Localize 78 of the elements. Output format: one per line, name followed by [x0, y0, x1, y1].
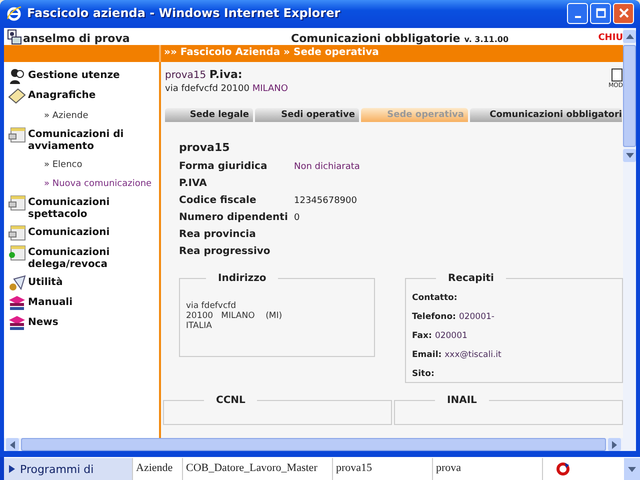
submenu-link[interactable]: » Elenco [44, 160, 82, 170]
close-icon [618, 8, 628, 18]
panel-title: CCNL [215, 395, 246, 406]
panel-title: Recapiti [447, 273, 495, 284]
field-label: Forma giuridica [179, 161, 268, 172]
menu-item[interactable]: Comunicazioni [28, 225, 110, 239]
field-label: Contatto: [412, 292, 458, 302]
field-label: Codice fiscale [179, 195, 258, 206]
field-label: Numero dipendenti [179, 212, 289, 223]
minimize-icon [574, 16, 580, 18]
users-icon [8, 68, 26, 84]
version-label: v. 3.11.00 [464, 35, 510, 45]
menu-item[interactable]: Anagrafiche [28, 88, 96, 102]
maximize-icon [596, 8, 606, 18]
left-arrow-icon[interactable] [10, 440, 15, 448]
company-street: via fdefvcfd 20100 [165, 84, 250, 94]
scrollbar[interactable] [624, 458, 640, 480]
field-value: 020001 [434, 330, 468, 340]
window-title: Fascicolo azienda - Windows Internet Explorer [27, 6, 342, 20]
field-value: 0 [294, 212, 300, 222]
down-arrow-icon[interactable] [626, 153, 634, 158]
close-button[interactable] [613, 2, 634, 24]
field-label: Email: [412, 350, 442, 360]
books-icon [8, 315, 26, 331]
down-arrow-icon[interactable] [628, 466, 636, 472]
company-name: prova15 [165, 70, 206, 81]
table-cell: COB_Datore_Lavoro_Master [182, 458, 332, 480]
menu-item[interactable]: Comunicazioni spettacolo [28, 195, 159, 221]
field-value: 12345678900 [294, 196, 357, 206]
table-cell: prova [432, 458, 542, 480]
maximize-button[interactable] [590, 2, 611, 24]
field-label: Telefono: [412, 312, 456, 322]
tab[interactable]: Sedi operative [255, 108, 359, 122]
form-icon [8, 225, 26, 241]
books-icon [8, 295, 26, 311]
minimize-button[interactable] [567, 2, 588, 24]
table-cell: prova15 [332, 458, 432, 480]
document-icon[interactable] [611, 68, 623, 82]
field-label: P.IVA [179, 178, 208, 189]
arrow-icon [8, 464, 16, 474]
menu-item[interactable]: Manuali [28, 295, 73, 309]
field-value: xxx@tiscali.it [444, 350, 502, 360]
form-icon [8, 195, 26, 211]
vat-label: P.iva: [209, 68, 242, 81]
address-line: via fdefvcfd [186, 301, 238, 311]
field-label: Fax: [412, 330, 432, 340]
company-city: MILANO [252, 84, 288, 94]
panel-title: Indirizzo [217, 273, 268, 284]
field-value: Non dichiarata [294, 162, 360, 172]
menu-item[interactable]: Comunicazioni di avviamento [28, 127, 159, 153]
right-arrow-icon[interactable] [612, 440, 617, 448]
details-title: prova15 [179, 141, 231, 154]
field-label: Rea progressivo [179, 246, 272, 257]
form-icon [8, 245, 26, 261]
tab[interactable]: Comunicazioni obbligatori [470, 108, 622, 122]
panel-title: INAIL [446, 395, 478, 406]
submenu-link[interactable]: » Nuova comunicazione [44, 179, 152, 189]
field-label: Rea provincia [179, 229, 257, 240]
address-line: 20100 MILANO (MI) [186, 311, 284, 321]
menu-item[interactable]: Gestione utenze [28, 68, 120, 82]
menu-item[interactable]: Utilità [28, 275, 63, 289]
field-value: 020001- [458, 312, 494, 322]
menu-item[interactable]: Comunicazioni delega/revoca [28, 245, 159, 271]
browser-logo-icon [6, 5, 22, 21]
scroll-thumb[interactable] [623, 45, 636, 147]
up-arrow-icon[interactable] [626, 34, 634, 39]
user-name: anselmo di prova [23, 32, 131, 45]
submenu-link[interactable]: » Aziende [44, 111, 88, 121]
breadcrumb: »» Fascicolo Azienda » Sede operativa [163, 46, 379, 60]
menu-item[interactable]: News [28, 315, 58, 329]
table-cell: Aziende [132, 458, 182, 480]
logout-link[interactable]: CHIU [598, 33, 623, 45]
form-icon [8, 127, 26, 143]
vertical-scrollbar[interactable] [623, 28, 636, 451]
field-label: Sito: [412, 368, 434, 378]
app-title: Comunicazioni obbligatorie [291, 32, 460, 45]
tab[interactable]: Sede legale [165, 108, 253, 122]
address-line: ITALIA [186, 321, 213, 331]
